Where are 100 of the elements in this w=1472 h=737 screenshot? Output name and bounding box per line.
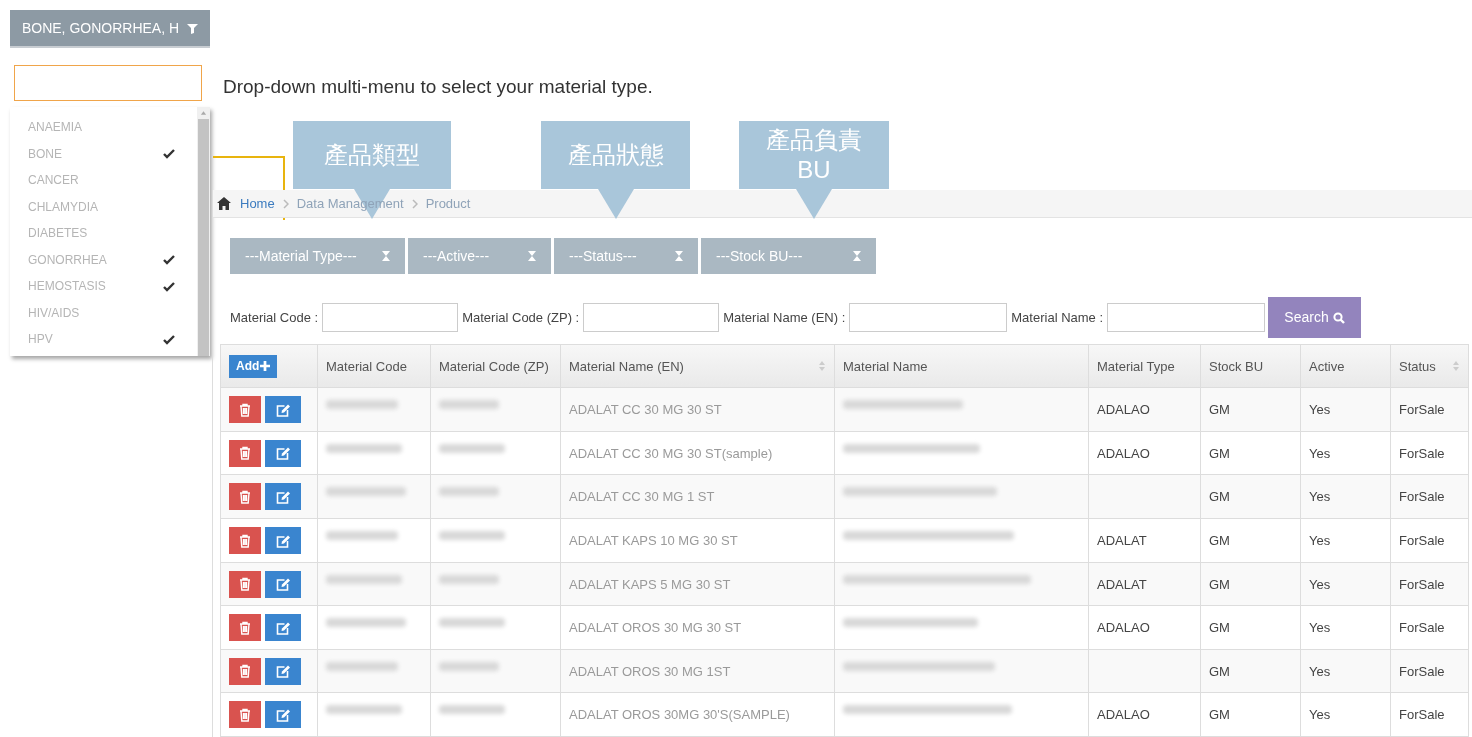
field-label: Material Name :	[1011, 309, 1104, 327]
table-cell: GM	[1209, 533, 1230, 549]
input-field[interactable]	[849, 303, 1008, 333]
delete-button[interactable]	[229, 570, 261, 598]
input-field[interactable]	[1107, 303, 1266, 333]
search-field[interactable]	[14, 65, 202, 101]
table-cell: Yes	[1309, 402, 1331, 418]
edit-button[interactable]	[265, 570, 301, 598]
option-label: DIABETES	[28, 225, 88, 243]
table-cell: ADALAT OROS 30MG 30'S(SAMPLE)	[569, 707, 790, 723]
table-cell: ForSale	[1399, 707, 1445, 723]
delete-button[interactable]	[229, 483, 261, 511]
table-cell: GM	[1209, 620, 1230, 636]
edit-button[interactable]	[265, 396, 301, 424]
column-header[interactable]: Material Name (EN)	[569, 356, 684, 376]
redacted-value	[326, 661, 398, 671]
table-cell: ADALAT	[1097, 533, 1147, 549]
redacted-value	[439, 618, 505, 628]
option-item[interactable]: HEMOSTASIS	[10, 273, 197, 300]
table-cell: Yes	[1309, 489, 1331, 505]
delete-button[interactable]	[229, 657, 261, 685]
filter-dropdown[interactable]: ---Status---	[554, 238, 698, 275]
table-cell: GM	[1209, 576, 1230, 592]
option-item[interactable]: BONE	[10, 140, 197, 167]
table-cell: ADALAT	[1097, 576, 1147, 592]
trash-icon	[238, 664, 252, 679]
column-header[interactable]: Active	[1309, 356, 1345, 376]
table-cell: Yes	[1309, 533, 1331, 549]
table-cell: ForSale	[1399, 445, 1445, 461]
delete-button[interactable]	[229, 614, 261, 642]
input-field[interactable]	[583, 303, 720, 333]
redacted-value	[439, 487, 499, 497]
edit-button[interactable]	[265, 527, 301, 555]
sort-icon	[818, 361, 826, 372]
chevron-icon	[282, 198, 289, 209]
option-item[interactable]: DIABETES	[10, 220, 197, 247]
trash-icon	[238, 489, 252, 504]
edit-icon	[275, 707, 291, 722]
delete-button[interactable]	[229, 439, 261, 467]
add-button[interactable]: Add	[229, 354, 278, 378]
delete-button[interactable]	[229, 527, 261, 555]
search-button[interactable]: Search	[1268, 297, 1362, 339]
option-item[interactable]: HIV/AIDS	[10, 299, 197, 326]
edit-icon	[275, 620, 291, 635]
breadcrumb-link[interactable]: Home	[240, 193, 275, 214]
filter-dropdown[interactable]: ---Active---	[408, 238, 551, 275]
option-item[interactable]: ANAEMIA	[10, 114, 197, 141]
table-cell: GM	[1209, 445, 1230, 461]
table-cell: ForSale	[1399, 620, 1445, 636]
filter-icon	[187, 22, 199, 34]
option-label: ANAEMIA	[28, 119, 82, 137]
option-item[interactable]: GONORRHEA	[10, 246, 197, 273]
redacted-value	[439, 443, 505, 453]
edit-button[interactable]	[265, 701, 301, 729]
table-cell: ForSale	[1399, 663, 1445, 679]
hourglass-icon	[381, 250, 391, 263]
edit-icon	[275, 489, 291, 504]
redacted-value	[439, 661, 499, 671]
delete-button[interactable]	[229, 396, 261, 424]
trash-icon	[238, 577, 252, 592]
option-item[interactable]: CANCER	[10, 167, 197, 194]
table-cell: ADALAT KAPS 10 MG 30 ST	[569, 533, 738, 549]
trash-icon	[238, 620, 252, 635]
multi-select-dropdown[interactable]: BONE, GONORRHEA, H	[10, 10, 210, 48]
table-cell: Yes	[1309, 707, 1331, 723]
column-header[interactable]: Material Name	[843, 356, 928, 376]
delete-button[interactable]	[229, 701, 261, 729]
table-cell: GM	[1209, 402, 1230, 418]
table-cell: ADALAT KAPS 5 MG 30 ST	[569, 576, 731, 592]
table-cell: ADALAO	[1097, 445, 1150, 461]
table-cell: ForSale	[1399, 402, 1445, 418]
table-cell: Yes	[1309, 663, 1331, 679]
caption-text: Drop-down multi-menu to select your material type.	[223, 75, 653, 99]
field-label: Material Code :	[230, 309, 319, 327]
breadcrumb-link[interactable]: Product	[425, 193, 471, 214]
option-item[interactable]: HPV	[10, 326, 197, 353]
option-label: CANCER	[28, 172, 79, 190]
option-item[interactable]: CHLAMYDIA	[10, 193, 197, 220]
option-label: HIV/AIDS	[28, 304, 80, 322]
hourglass-icon	[674, 250, 684, 263]
edit-icon	[275, 664, 291, 679]
edit-button[interactable]	[265, 483, 301, 511]
table-cell: ADALAO	[1097, 707, 1150, 723]
sort-icon	[1452, 361, 1460, 372]
edit-icon	[275, 533, 291, 548]
filter-dropdown[interactable]: ---Stock BU---	[701, 238, 876, 275]
callout: 產品狀態	[541, 121, 690, 219]
edit-button[interactable]	[265, 439, 301, 467]
option-label: HEMOSTASIS	[28, 278, 106, 296]
edit-button[interactable]	[265, 657, 301, 685]
table-cell: GM	[1209, 489, 1230, 505]
table-cell: GM	[1209, 663, 1230, 679]
table-cell: ForSale	[1399, 489, 1445, 505]
table-cell: ADALAT OROS 30 MG 1ST	[569, 663, 731, 679]
redacted-value	[439, 531, 505, 541]
chevron-icon	[411, 198, 418, 209]
scrollbar[interactable]	[197, 107, 210, 356]
input-field[interactable]	[322, 303, 459, 333]
edit-button[interactable]	[265, 614, 301, 642]
filter-dropdown[interactable]: ---Material Type---	[230, 238, 405, 275]
